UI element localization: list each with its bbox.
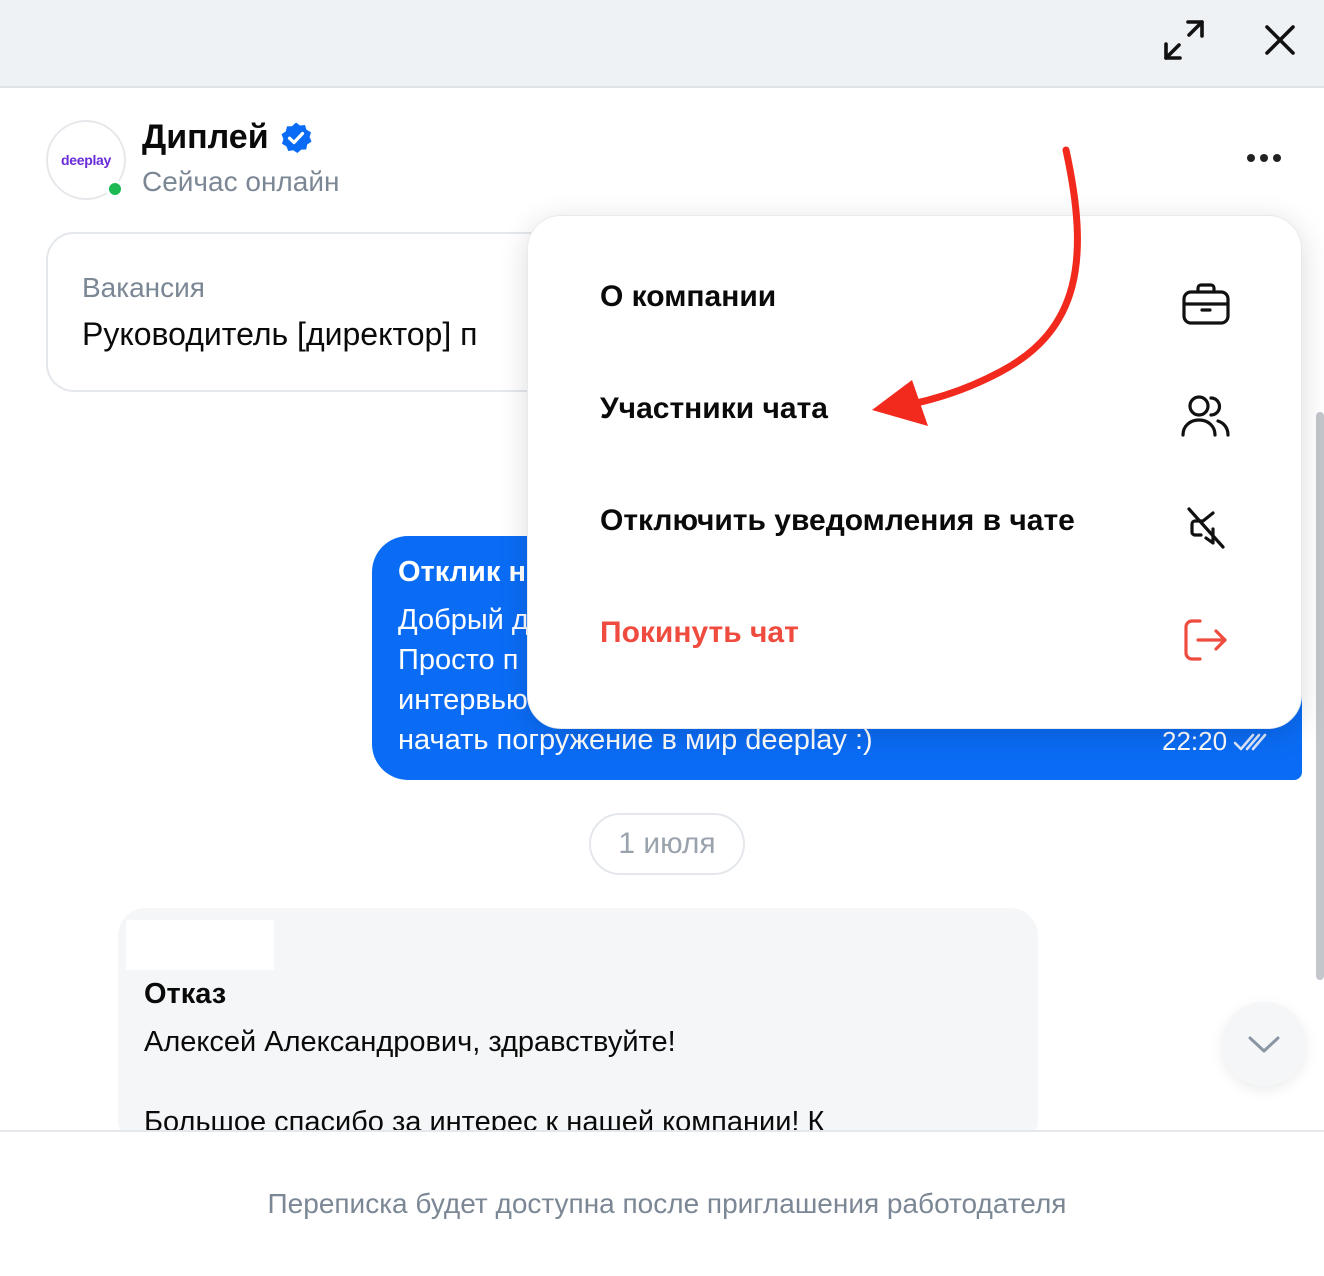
company-logo: deeplay: [60, 152, 112, 168]
company-name[interactable]: Диплей: [142, 118, 313, 157]
users-icon: [1181, 395, 1230, 437]
chevron-down-icon: [1248, 1036, 1280, 1053]
menu-item-icon-wrap: [1180, 614, 1232, 666]
message-title: Отказ: [144, 978, 227, 1010]
message-line: Добрый д: [398, 604, 529, 636]
scroll-down-button[interactable]: [1222, 1002, 1306, 1086]
menu-item-label: Покинуть чат: [600, 616, 799, 649]
menu-item-chat-members[interactable]: Участники чата: [528, 360, 1303, 472]
menu-item-icon-wrap: [1180, 502, 1232, 554]
online-status: Сейчас онлайн: [142, 166, 340, 197]
vacancy-label: Вакансия: [82, 272, 205, 303]
footer: Переписка будет доступна после приглашен…: [0, 1130, 1324, 1276]
more-options-button[interactable]: [1240, 138, 1288, 178]
company-name-text: Диплей: [142, 118, 269, 156]
verified-badge-icon: [281, 122, 312, 153]
footer-notice: Переписка будет доступна после приглашен…: [267, 1188, 1067, 1219]
double-check-icon: [1233, 733, 1267, 750]
menu-item-about-company[interactable]: О компании: [528, 248, 1303, 360]
message-time-text: 22:20: [1162, 726, 1228, 756]
more-dot: [1273, 154, 1281, 162]
message-time: 22:20: [1162, 726, 1267, 757]
scrollbar[interactable]: [1316, 412, 1324, 980]
expand-arrows-icon: [1164, 20, 1204, 60]
briefcase-icon: [1182, 283, 1230, 325]
menu-item-mute-notifications[interactable]: Отключить уведомления в чате: [528, 472, 1303, 584]
online-indicator: [106, 180, 124, 198]
more-dots-icon: [1247, 154, 1255, 162]
avatar[interactable]: deeplay: [46, 120, 126, 200]
message-line: Алексей Александрович, здравствуйте!: [144, 1026, 676, 1058]
chat-header: deeplay Диплей Сейчас онлайн: [46, 118, 1286, 204]
logout-icon: [1184, 619, 1227, 661]
menu-item-label: Участники чата: [600, 392, 828, 425]
menu-item-label: Отключить уведомления в чате: [600, 504, 1075, 537]
window-top-bar: [0, 0, 1324, 88]
incoming-message: Отказ Алексей Александрович, здравствуйт…: [118, 908, 1038, 1148]
message-title: Отклик н: [398, 556, 526, 588]
menu-item-label: О компании: [600, 280, 777, 313]
vacancy-title: Руководитель [директор] п: [82, 316, 478, 352]
mute-icon: [1187, 507, 1225, 549]
message-line: интервью: [398, 684, 528, 716]
close-button[interactable]: [1256, 16, 1304, 64]
close-icon: [1265, 25, 1295, 55]
menu-item-leave-chat[interactable]: Покинуть чат: [528, 584, 1303, 696]
expand-button[interactable]: [1160, 16, 1208, 64]
date-separator: 1 июля: [589, 813, 745, 875]
menu-item-icon-wrap: [1180, 390, 1232, 442]
message-line: Просто п: [398, 644, 519, 676]
image-placeholder: [126, 920, 274, 970]
more-dot: [1260, 154, 1268, 162]
menu-item-icon-wrap: [1180, 278, 1232, 330]
options-menu: О компании Участники чата Отключить увед…: [527, 215, 1302, 729]
